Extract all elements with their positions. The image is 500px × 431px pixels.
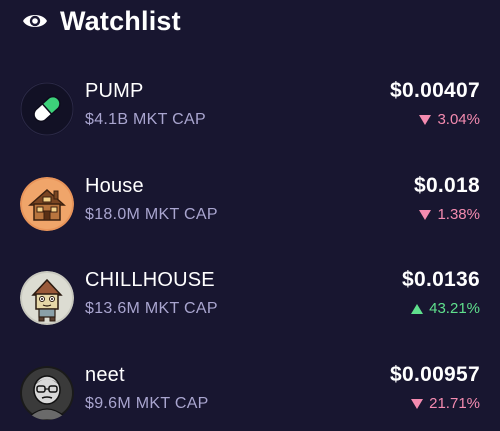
- price-change-value: 21.71%: [429, 395, 480, 412]
- price-change-value: 3.04%: [437, 111, 480, 128]
- triangle-up-icon: [411, 303, 424, 314]
- chillhouse-icon: [20, 271, 74, 325]
- price-change: 43.21%: [411, 300, 480, 317]
- triangle-down-icon: [411, 398, 424, 409]
- watchlist-screen: Watchlist PUMP $4.1B MKT CAP $0.00407 3.…: [0, 0, 500, 431]
- neet-icon: [20, 366, 74, 420]
- price-change-value: 1.38%: [437, 206, 480, 223]
- token-price: $0.018: [413, 174, 480, 197]
- price-change: 21.71%: [411, 395, 480, 412]
- token-market-cap: $9.6M MKT CAP: [85, 395, 209, 412]
- house-icon: [20, 177, 74, 231]
- token-name: PUMP: [85, 80, 144, 102]
- pill-icon: [20, 82, 74, 136]
- price-change-value: 43.21%: [429, 300, 480, 317]
- token-price: $0.00957: [390, 363, 480, 386]
- token-market-cap: $4.1B MKT CAP: [85, 111, 206, 128]
- token-price: $0.00407: [390, 79, 480, 102]
- eye-icon: [22, 8, 48, 34]
- token-price: $0.0136: [401, 268, 480, 291]
- watchlist-header: Watchlist: [22, 4, 181, 38]
- token-market-cap: $13.6M MKT CAP: [85, 300, 218, 317]
- watchlist-item-pump[interactable]: PUMP $4.1B MKT CAP $0.00407 3.04%: [0, 79, 500, 162]
- triangle-down-icon: [419, 114, 432, 125]
- price-change: 1.38%: [419, 206, 480, 223]
- triangle-down-icon: [419, 209, 432, 220]
- token-name: neet: [85, 364, 125, 386]
- token-name: House: [85, 175, 144, 197]
- token-name: CHILLHOUSE: [85, 269, 215, 291]
- watchlist-item-house[interactable]: House $18.0M MKT CAP $0.018 1.38%: [0, 174, 500, 257]
- page-title: Watchlist: [60, 5, 181, 36]
- watchlist-item-neet[interactable]: neet $9.6M MKT CAP $0.00957 21.71%: [0, 363, 500, 431]
- price-change: 3.04%: [419, 111, 480, 128]
- token-market-cap: $18.0M MKT CAP: [85, 206, 218, 223]
- watchlist-item-chillhouse[interactable]: CHILLHOUSE $13.6M MKT CAP $0.0136 43.21%: [0, 268, 500, 351]
